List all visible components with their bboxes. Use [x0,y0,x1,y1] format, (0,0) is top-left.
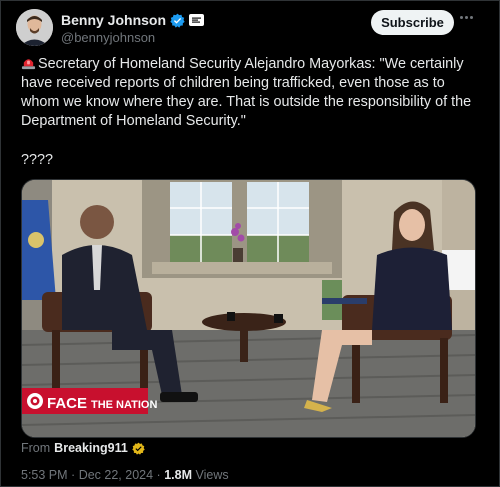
author-display-name[interactable]: Benny Johnson [61,12,166,28]
meta-separator: · [156,468,161,482]
subscribe-button[interactable]: Subscribe [371,10,454,35]
source-name[interactable]: Breaking911 [54,441,128,455]
source-prefix: From [21,441,51,455]
tweet-followup: ???? [21,152,54,168]
video-thumbnail: FACE THE NATION [22,180,475,437]
gold-verified-badge-icon [132,442,145,455]
tweet-meta: 5:53 PM · Dec 22, 2024 · 1.8M Views [21,468,229,482]
rotating-light-emoji-icon [21,59,36,70]
more-options-icon[interactable] [460,16,474,22]
tweet-time[interactable]: 5:53 PM [21,468,68,482]
logo-face-text: FACE [47,395,87,412]
meta-separator: · [71,468,76,482]
tweet-body: Secretary of Homeland Security Alejandro… [21,56,472,129]
views-count: 1.8M [164,468,192,482]
views-label: Views [195,468,229,482]
source-attribution: From Breaking911 [21,441,145,455]
video-player[interactable]: FACE THE NATION [21,179,476,438]
tweet-text: Secretary of Homeland Security Alejandro… [21,55,476,131]
logo-nation-text: THE NATION [91,399,157,411]
tweet-card: Benny Johnson @bennyjohnson Subscribe Se… [0,0,500,487]
author-name-row: Benny Johnson [61,12,205,28]
tweet-date[interactable]: Dec 22, 2024 [79,468,153,482]
verified-badge-icon [170,13,185,28]
author-handle[interactable]: @bennyjohnson [61,30,155,45]
avatar[interactable] [16,9,53,46]
affiliate-badge-icon[interactable] [189,14,205,26]
